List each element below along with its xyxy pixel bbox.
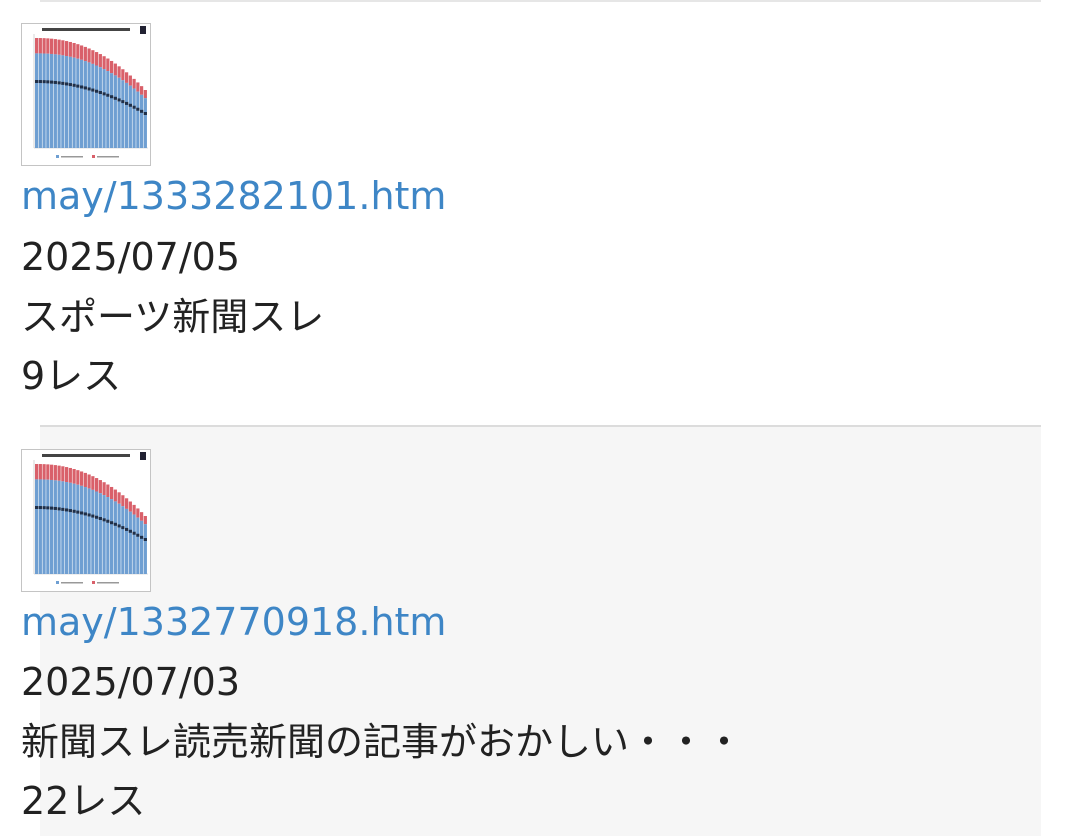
reply-count: 9レス bbox=[21, 354, 122, 398]
thread-link[interactable]: may/1333282101.htm bbox=[21, 173, 446, 219]
thread-title: スポーツ新聞スレ bbox=[21, 295, 325, 339]
thread-entry: may/1332770918.htm 2025/07/03 新聞スレ読売新聞の記… bbox=[0, 425, 1080, 836]
chart-thumbnail-icon bbox=[33, 26, 148, 158]
thread-entry: may/1333282101.htm 2025/07/05 スポーツ新聞スレ 9… bbox=[0, 0, 1080, 425]
thread-date: 2025/07/05 bbox=[21, 235, 241, 279]
thread-thumbnail[interactable] bbox=[21, 23, 151, 166]
reply-count: 22レス bbox=[21, 779, 146, 823]
thread-link[interactable]: may/1332770918.htm bbox=[21, 599, 446, 645]
thread-thumbnail[interactable] bbox=[21, 449, 151, 592]
chart-thumbnail-icon bbox=[33, 452, 148, 584]
thread-date: 2025/07/03 bbox=[21, 660, 241, 704]
thread-title: 新聞スレ読売新聞の記事がおかしい・・・ bbox=[21, 720, 744, 764]
